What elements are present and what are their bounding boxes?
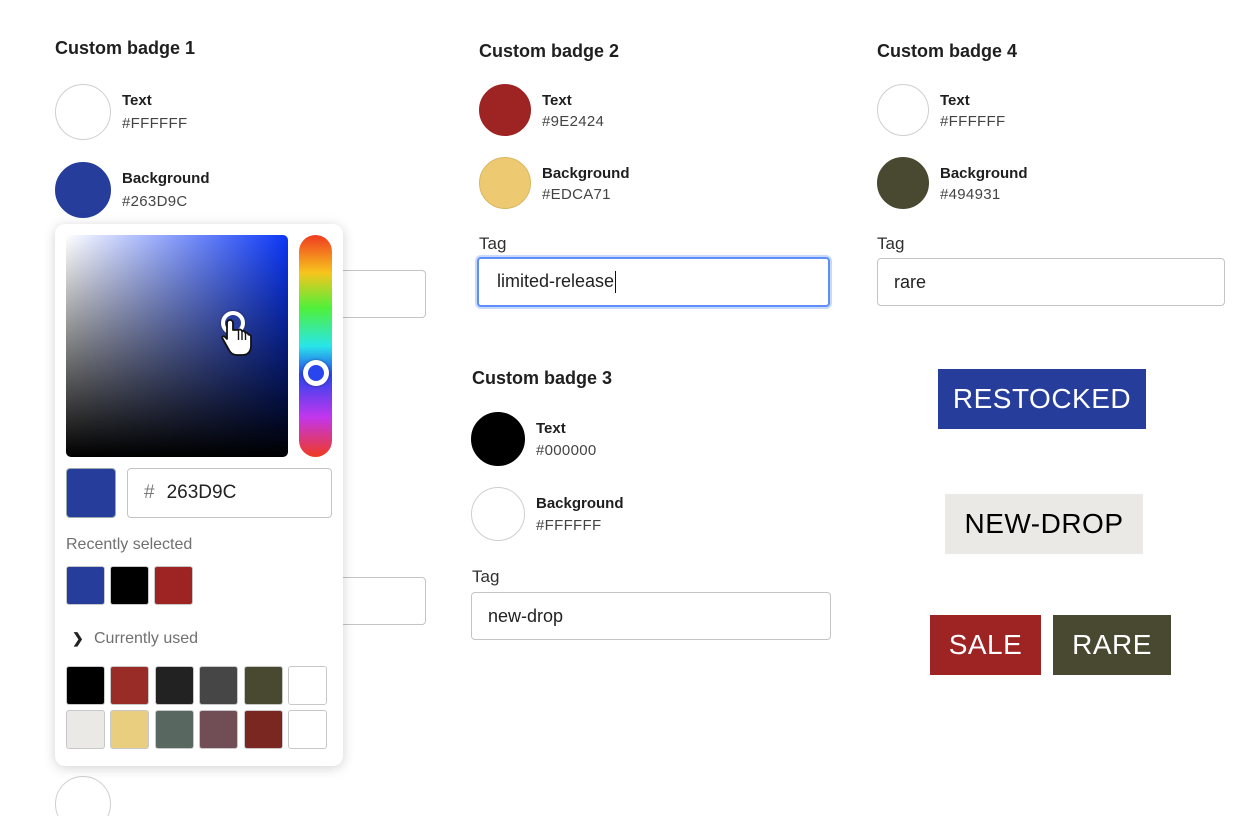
current-color-swatch[interactable] [288,666,327,705]
hex-value: 263D9C [166,482,237,503]
badge2-background-label: Background [542,165,630,182]
hue-slider[interactable] [299,235,332,457]
recent-color-swatch[interactable] [66,566,105,605]
badge4-tag-label: Tag [877,234,905,253]
badge-preview-rare: RARE [1053,615,1171,675]
current-color-swatch[interactable] [199,710,239,749]
badge3-text-color-swatch[interactable] [471,412,525,466]
badge2-background-color-swatch[interactable] [479,157,531,209]
current-color-swatch[interactable] [66,710,105,749]
badge3-heading: Custom badge 3 [472,368,613,388]
hue-handle[interactable] [303,360,329,386]
chevron-right-icon[interactable]: ❯ [72,630,84,647]
badge4-text-value: #FFFFFF [940,113,1006,130]
badge-preview-restocked: RESTOCKED [938,369,1146,429]
text-caret [615,271,617,294]
badge2-background-value: #EDCA71 [542,186,611,203]
badge2-tag-label: Tag [479,234,507,253]
badge1-text-value: #FFFFFF [122,115,188,132]
badge2-text-value: #9E2424 [542,113,605,130]
badge1-background-value: #263D9C [122,193,188,210]
currently-used-label[interactable]: Currently used [94,630,198,648]
recent-color-swatch[interactable] [110,566,149,605]
current-color-swatch[interactable] [154,710,194,749]
recent-color-swatch[interactable] [154,566,193,605]
current-color-swatch[interactable] [243,710,283,749]
badge3-background-label: Background [536,495,624,512]
hex-input[interactable]: #263D9C [127,468,332,518]
current-color-swatch[interactable] [66,666,105,705]
current-color-swatch[interactable] [154,666,194,705]
next-swatch-circle[interactable] [55,776,111,816]
badge3-background-color-swatch[interactable] [471,487,525,541]
recently-selected-label: Recently selected [66,536,193,553]
color-preview-swatch [66,468,116,518]
badge4-background-value: #494931 [940,186,1001,203]
badge4-tag-input[interactable]: rare [877,258,1225,306]
badge-preview-sale: SALE [930,615,1041,675]
badge4-text-color-swatch[interactable] [877,84,929,136]
badge1-text-label: Text [122,92,152,109]
current-color-swatch[interactable] [243,666,283,705]
badge1-background-label: Background [122,170,210,187]
hand-cursor-icon [221,319,252,356]
badge2-tag-input[interactable]: limited-release [477,257,830,307]
badge3-text-value: #000000 [536,442,597,459]
badge4-heading: Custom badge 4 [877,41,1018,61]
badge2-text-label: Text [542,92,572,109]
badge3-tag-input[interactable]: new-drop [471,592,831,640]
badge1-background-color-swatch[interactable] [55,162,111,218]
badge4-background-label: Background [940,165,1028,182]
badge-preview-new-drop: NEW-DROP [945,494,1143,554]
current-color-swatch[interactable] [288,710,327,749]
color-picker-popover: #263D9C Recently selected ❯ Currently us… [55,224,343,766]
badge3-background-value: #FFFFFF [536,517,602,534]
badge4-background-color-swatch[interactable] [877,157,929,209]
current-color-swatch[interactable] [110,666,150,705]
badge3-tag-label: Tag [472,567,500,586]
badge2-tag-value: limited-release [497,271,615,291]
badge4-text-label: Text [940,92,970,109]
badge1-heading: Custom badge 1 [55,38,196,58]
hex-hash: # [144,482,155,503]
badge1-text-color-swatch[interactable] [55,84,111,140]
badge3-text-label: Text [536,420,566,437]
current-color-swatch[interactable] [199,666,239,705]
badge2-heading: Custom badge 2 [479,41,620,61]
badge2-text-color-swatch[interactable] [479,84,531,136]
current-color-swatch[interactable] [110,710,150,749]
